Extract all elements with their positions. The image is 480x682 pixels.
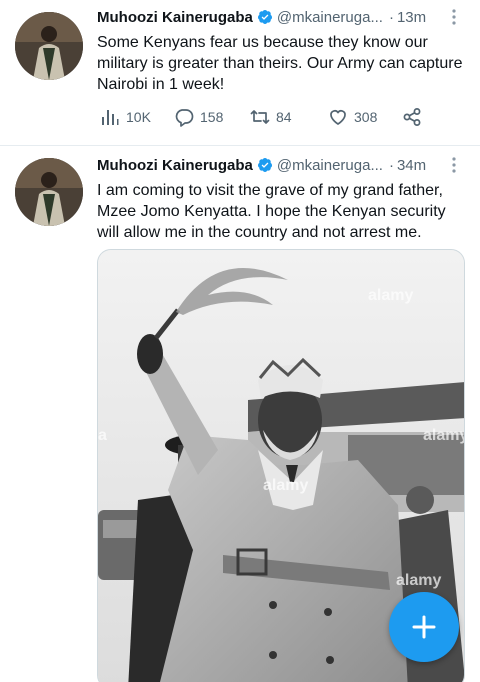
more-vertical-icon[interactable] <box>444 155 464 175</box>
retweet-action[interactable]: 84 <box>250 106 292 128</box>
author-name[interactable]: Muhoozi Kainerugaba <box>97 157 253 174</box>
tweet-text: I am coming to visit the grave of my gra… <box>97 182 446 241</box>
views-count: 10K <box>126 109 151 125</box>
verified-badge-icon <box>257 158 272 172</box>
tweet-header: Muhoozi Kainerugaba @mkaineruga... · 13m <box>97 6 464 28</box>
like-count: 308 <box>354 109 378 125</box>
tweet-actions: 10K 158 84 308 <box>100 106 430 128</box>
retweet-count: 84 <box>276 109 292 125</box>
reply-bubble-icon <box>175 109 194 127</box>
tweet[interactable]: Muhoozi Kainerugaba @mkaineruga... · 13m… <box>0 0 480 146</box>
plus-icon <box>412 615 436 639</box>
share-action[interactable] <box>402 106 428 128</box>
retweet-icon <box>250 110 270 124</box>
like-action[interactable]: 308 <box>328 106 377 128</box>
tweet-header: Muhoozi Kainerugaba @mkaineruga... · 34m <box>97 154 464 176</box>
reply-count: 158 <box>200 109 224 125</box>
author-handle[interactable]: @mkaineruga... <box>277 157 383 174</box>
watermark: alamy <box>368 287 413 304</box>
avatar[interactable] <box>15 158 83 226</box>
reply-action[interactable]: 158 <box>174 106 223 128</box>
share-icon <box>403 108 421 126</box>
timestamp[interactable]: 13m <box>397 9 426 26</box>
compose-button[interactable] <box>389 592 459 662</box>
author-handle[interactable]: @mkaineruga... <box>277 9 383 26</box>
bar-chart-icon <box>102 110 119 125</box>
tweet-text: Some Kenyans fear us because they know o… <box>97 34 463 93</box>
watermark: alamy <box>396 572 441 589</box>
separator-dot: · <box>388 156 394 174</box>
avatar[interactable] <box>15 12 83 80</box>
watermark: a <box>98 427 107 444</box>
watermark: alamy <box>263 477 308 494</box>
separator-dot: · <box>388 8 394 26</box>
views-action[interactable]: 10K <box>100 106 151 128</box>
heart-icon <box>330 110 346 125</box>
more-vertical-icon[interactable] <box>444 7 464 27</box>
author-name[interactable]: Muhoozi Kainerugaba <box>97 9 253 26</box>
verified-badge-icon <box>257 10 272 24</box>
timestamp[interactable]: 34m <box>397 157 426 174</box>
watermark: alamy <box>423 427 465 444</box>
